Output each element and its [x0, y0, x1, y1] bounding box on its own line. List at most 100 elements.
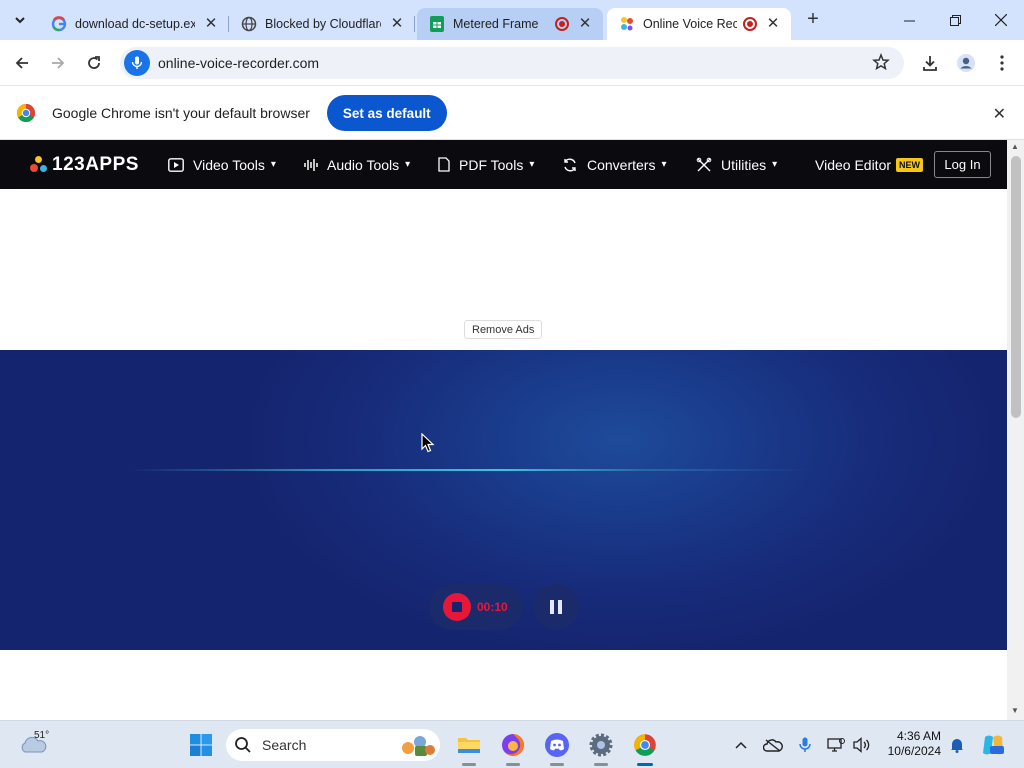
tab-blocked-by-cloudflare[interactable]: Blocked by Cloudflare ✕	[229, 8, 415, 40]
chevron-down-icon: ▾	[772, 159, 778, 170]
waveform-icon	[304, 158, 318, 172]
new-badge: NEW	[896, 157, 924, 172]
restore-button[interactable]	[932, 0, 978, 40]
file-explorer-icon[interactable]	[454, 721, 484, 768]
nav-label: PDF Tools	[459, 156, 524, 173]
play-icon	[168, 157, 184, 172]
settings-icon[interactable]	[586, 721, 616, 768]
downloads-button[interactable]	[914, 47, 946, 79]
recording-icon	[743, 17, 757, 31]
clock-time: 4:36 AM	[896, 729, 941, 743]
copilot-icon[interactable]	[978, 721, 1008, 768]
tab-metered-frame[interactable]: Metered Frame ✕	[417, 8, 603, 40]
audio-waveform	[130, 469, 810, 471]
minimize-button[interactable]	[886, 0, 932, 40]
close-icon[interactable]: ✕	[203, 16, 219, 32]
microphone-tray-icon[interactable]	[794, 721, 816, 768]
nav-pdf-tools[interactable]: PDF Tools ▾	[438, 140, 534, 189]
notification-bell-icon[interactable]	[946, 721, 968, 768]
tools-icon	[696, 157, 712, 173]
bookmark-star-icon[interactable]	[872, 53, 890, 71]
close-icon[interactable]: ✕	[389, 16, 405, 32]
reload-button[interactable]	[78, 47, 110, 79]
pause-icon	[550, 600, 554, 614]
weather-temperature: 51°	[34, 730, 50, 741]
recorder-panel: 00:10	[0, 350, 1007, 650]
stop-recording-control[interactable]: 00:10	[429, 584, 523, 630]
sheets-icon	[429, 16, 445, 32]
nav-label: Utilities	[721, 156, 767, 173]
search-icon	[235, 737, 251, 753]
brand-name: 123APPS	[52, 153, 139, 175]
tab-online-voice-recorder[interactable]: Online Voice Recorder ✕	[607, 8, 791, 40]
start-button[interactable]	[186, 721, 216, 768]
scroll-down-icon[interactable]: ▼	[1011, 706, 1019, 715]
recording-icon	[555, 17, 569, 31]
firefox-icon[interactable]	[498, 721, 528, 768]
nav-utilities[interactable]: Utilities ▾	[696, 140, 777, 189]
close-icon[interactable]: ✕	[577, 16, 593, 32]
minimize-icon	[903, 20, 915, 21]
nav-label: Converters	[587, 156, 656, 173]
new-tab-button[interactable]: +	[799, 6, 827, 34]
scroll-up-icon[interactable]: ▲	[1011, 142, 1019, 151]
url-text: online-voice-recorder.com	[158, 55, 320, 71]
profile-button[interactable]	[950, 47, 982, 79]
page-scrollbar[interactable]: ▲ ▼	[1007, 140, 1024, 720]
weather-widget[interactable]: 51°	[14, 721, 74, 768]
login-button[interactable]: Log In	[934, 151, 991, 178]
network-icon[interactable]	[824, 721, 848, 768]
back-button[interactable]	[6, 47, 38, 79]
ad-area: Remove Ads	[0, 189, 1007, 350]
tab-title: Blocked by Cloudflare	[265, 17, 381, 31]
stop-icon[interactable]	[443, 593, 471, 621]
scrollbar-thumb[interactable]	[1011, 156, 1021, 418]
discord-icon[interactable]	[542, 721, 572, 768]
onedrive-icon[interactable]	[760, 721, 786, 768]
show-hidden-icons-button[interactable]	[730, 721, 752, 768]
restore-icon	[949, 14, 961, 26]
windows-logo-icon	[190, 734, 212, 756]
close-icon[interactable]: ✕	[993, 104, 1006, 124]
volume-icon[interactable]	[850, 721, 874, 768]
nav-video-tools[interactable]: Video Tools ▾	[168, 140, 276, 189]
arrow-left-icon	[15, 56, 28, 69]
close-icon[interactable]: ✕	[765, 16, 781, 32]
brand-logo[interactable]: 123APPS	[30, 154, 139, 176]
123apps-icon	[619, 16, 635, 32]
forward-button[interactable]	[42, 47, 74, 79]
nav-converters[interactable]: Converters ▾	[562, 140, 667, 189]
chrome-taskbar-icon[interactable]	[630, 721, 660, 768]
chevron-down-icon: ▾	[529, 159, 535, 170]
globe-icon	[241, 16, 257, 32]
nav-video-editor[interactable]: Video Editor NEW	[815, 140, 924, 189]
clock-date: 10/6/2024	[887, 744, 941, 758]
tab-strip: download dc-setup.exe ✕ Blocked by Cloud…	[0, 0, 1024, 40]
search-label: Search	[262, 737, 307, 753]
taskbar-search[interactable]: Search	[226, 729, 440, 761]
microphone-icon[interactable]	[124, 50, 150, 76]
set-as-default-button[interactable]: Set as default	[326, 95, 447, 131]
site-navbar: 123APPS Video Tools ▾ Audio Tools ▾ PDF …	[0, 140, 1007, 189]
content-below	[0, 650, 1007, 720]
address-bar[interactable]: online-voice-recorder.com	[120, 47, 904, 79]
menu-button[interactable]	[986, 47, 1018, 79]
logo-dots-icon	[30, 155, 48, 174]
tab-search-button[interactable]	[7, 7, 33, 33]
tab-download-dc-setup[interactable]: download dc-setup.exe ✕	[39, 8, 229, 40]
remove-ads-button[interactable]: Remove Ads	[464, 320, 543, 339]
nav-label: Video Editor	[815, 156, 892, 173]
nav-audio-tools[interactable]: Audio Tools ▾	[304, 140, 410, 189]
close-window-button[interactable]	[978, 0, 1024, 40]
pause-button[interactable]	[533, 584, 579, 630]
default-browser-infobar: Google Chrome isn't your default browser…	[0, 87, 1024, 140]
profile-icon	[957, 54, 975, 72]
search-highlight-icon	[402, 736, 435, 756]
recording-timer: 00:10	[477, 600, 508, 614]
chevron-down-icon: ▾	[270, 159, 276, 170]
taskbar-clock[interactable]: 4:36 AM 10/6/2024	[884, 729, 941, 759]
convert-icon	[562, 157, 578, 173]
chrome-icon	[16, 104, 36, 123]
download-icon	[923, 56, 937, 71]
close-icon	[995, 14, 1007, 26]
